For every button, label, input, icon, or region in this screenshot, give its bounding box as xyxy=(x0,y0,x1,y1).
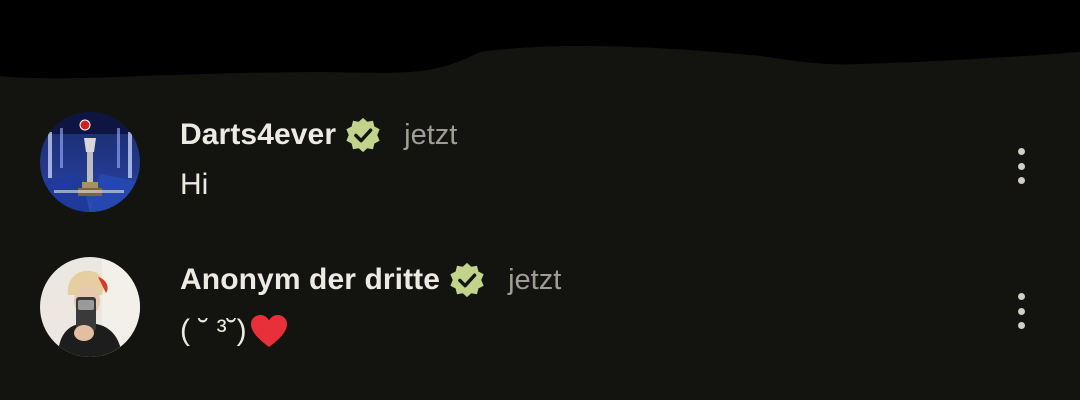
more-options-icon[interactable] xyxy=(1006,148,1036,184)
dot xyxy=(1017,148,1025,155)
comment-header: Darts4ever jetzt xyxy=(180,114,960,156)
redaction-overlay xyxy=(0,0,1080,79)
dot xyxy=(1017,307,1025,315)
comments-screen: Darts4ever jetzt Hi Anonym der dritte je… xyxy=(0,0,1080,400)
timestamp: jetzt xyxy=(508,263,562,296)
comment-text-content: ( ˘ ³˘) xyxy=(180,314,247,347)
comment-text-content: Hi xyxy=(180,168,209,201)
avatar[interactable] xyxy=(40,257,140,357)
comment-item: Darts4ever jetzt Hi xyxy=(0,100,1080,245)
heart-icon xyxy=(250,315,287,347)
comment-list: Darts4ever jetzt Hi Anonym der dritte je… xyxy=(0,100,1080,390)
comment-body: Anonym der dritte jetzt ( ˘ ³˘) xyxy=(180,259,960,349)
comment-text: Hi xyxy=(180,168,960,202)
comment-item: Anonym der dritte jetzt ( ˘ ³˘) xyxy=(0,245,1080,390)
author-name[interactable]: Darts4ever xyxy=(180,118,336,152)
dot xyxy=(1017,322,1025,329)
avatar[interactable] xyxy=(40,112,140,212)
comment-body: Darts4ever jetzt Hi xyxy=(180,114,960,202)
mirror-selfie-avatar-image xyxy=(40,257,140,357)
verified-badge-icon xyxy=(450,262,484,298)
dot xyxy=(1017,162,1025,170)
author-name[interactable]: Anonym der dritte xyxy=(180,263,440,297)
timestamp: jetzt xyxy=(404,118,458,151)
comment-text: ( ˘ ³˘) xyxy=(180,313,960,349)
more-options-icon[interactable] xyxy=(1006,293,1036,329)
dot xyxy=(1017,177,1025,184)
comment-header: Anonym der dritte jetzt xyxy=(180,259,960,301)
dot xyxy=(1017,293,1025,300)
verified-badge-icon xyxy=(346,117,380,153)
darts-trophy-avatar-image xyxy=(40,112,140,212)
